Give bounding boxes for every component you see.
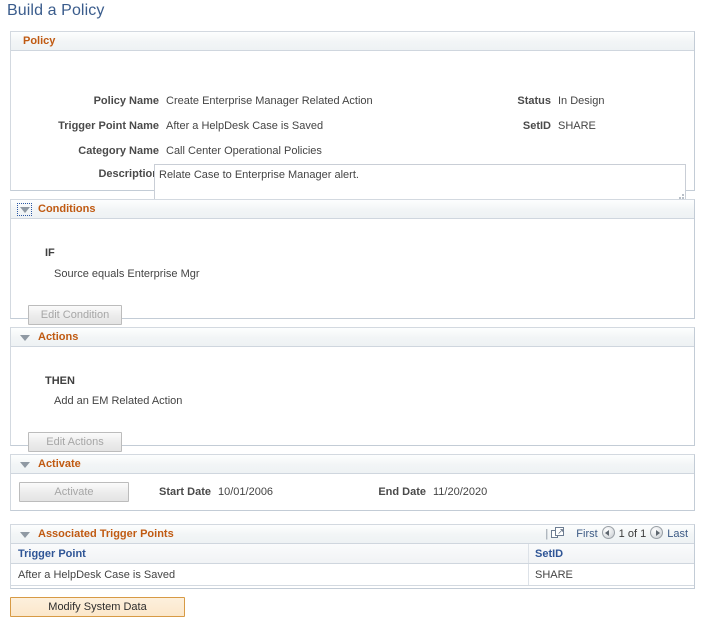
description-label: Description [98,168,159,180]
activate-panel-body: Activate Start Date 10/01/2006 End Date … [11,474,694,510]
cell-setid: SHARE [535,569,573,581]
nav-separator: | [545,528,549,540]
grid-header-row: Trigger Point SetID [11,544,694,564]
page-title: Build a Policy [7,2,105,19]
actions-collapse-toggle[interactable] [17,331,32,344]
policy-panel-body: Policy Name Create Enterprise Manager Re… [11,51,694,203]
grid-pagination: | ↗ First 1 of 1 Last [545,525,688,544]
start-date-value: 10/01/2006 [218,486,274,498]
chevron-down-icon [19,531,30,538]
conditions-keyword: IF [45,247,55,259]
first-page-link[interactable]: First [576,528,597,540]
trigger-point-name-label: Trigger Point Name [58,120,159,132]
table-row[interactable]: After a HelpDesk Case is Saved SHARE [11,564,694,586]
policy-name-label: Policy Name [93,95,159,107]
activate-panel-header: Activate [11,455,694,474]
setid-label: SetID [522,120,551,132]
activate-panel-title: Activate [38,458,81,470]
policy-panel-title: Policy [23,35,56,47]
category-name-label: Category Name [78,145,159,157]
policy-panel: Policy Policy Name Create Enterprise Man… [10,31,695,203]
description-textarea[interactable] [154,164,686,203]
conditions-panel-header: Conditions [11,200,694,219]
next-page-icon[interactable] [650,526,664,539]
previous-page-icon[interactable] [601,526,615,539]
policy-name-value: Create Enterprise Manager Related Action [166,95,373,107]
edit-condition-button[interactable]: Edit Condition [28,305,122,325]
actions-panel: Actions THEN Add an EM Related Action Ed… [10,327,695,452]
trigger-points-panel-header: Associated Trigger Points | ↗ First 1 of 1 L… [11,525,694,544]
actions-panel-header: Actions [11,328,694,347]
category-name-value: Call Center Operational Policies [166,145,322,157]
status-value: In Design [558,95,605,107]
trigger-point-name-value: After a HelpDesk Case is Saved [166,120,324,132]
trigger-points-grid: Trigger Point SetID After a HelpDesk Cas… [11,544,694,588]
cell-trigger-point: After a HelpDesk Case is Saved [18,569,176,581]
last-page-link[interactable]: Last [667,528,688,540]
setid-value: SHARE [558,120,596,132]
column-header-trigger-point[interactable]: Trigger Point [18,544,86,564]
status-label: Status [517,95,551,107]
end-date-label: End Date [378,486,426,498]
chevron-down-icon [19,206,30,213]
policy-panel-header: Policy [11,32,694,51]
chevron-down-icon [19,461,30,468]
actions-keyword: THEN [45,375,75,387]
trigger-points-collapse-toggle[interactable] [17,528,32,541]
column-header-setid[interactable]: SetID [535,544,563,564]
activate-button[interactable]: Activate [19,482,129,502]
modify-system-data-button[interactable]: Modify System Data [10,597,185,617]
edit-actions-button[interactable]: Edit Actions [28,432,122,452]
trigger-points-panel: Associated Trigger Points | ↗ First 1 of 1 L… [10,524,695,589]
actions-panel-title: Actions [38,331,79,343]
activate-panel: Activate Activate Start Date 10/01/2006 … [10,454,695,511]
grid-column-divider [528,544,529,563]
open-in-new-window-icon[interactable]: ↗ [551,527,565,539]
conditions-collapse-toggle[interactable] [17,203,32,216]
conditions-panel-title: Conditions [38,203,96,215]
page-counter: 1 of 1 [618,528,647,540]
actions-panel-body: THEN Add an EM Related Action Edit Actio… [11,347,694,452]
conditions-panel-body: IF Source equals Enterprise Mgr Edit Con… [11,219,694,325]
conditions-expression: Source equals Enterprise Mgr [54,268,200,280]
end-date-value: 11/20/2020 [433,486,488,498]
actions-expression: Add an EM Related Action [54,395,183,407]
grid-column-divider [528,564,529,585]
trigger-points-panel-title: Associated Trigger Points [38,528,174,540]
conditions-panel: Conditions IF Source equals Enterprise M… [10,199,695,325]
start-date-label: Start Date [159,486,211,498]
chevron-down-icon [19,334,30,341]
activate-collapse-toggle[interactable] [17,458,32,471]
